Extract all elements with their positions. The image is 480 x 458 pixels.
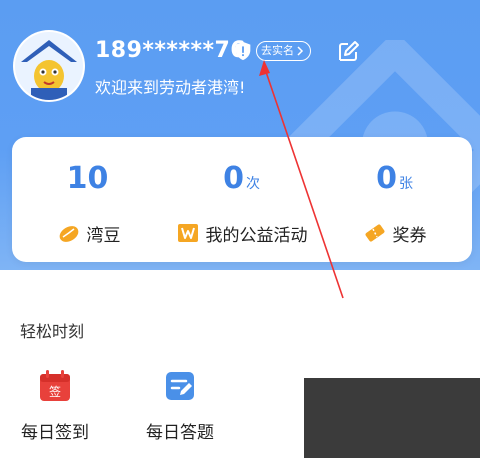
stat-unit: 张 bbox=[398, 176, 413, 192]
daily-checkin-button[interactable]: 签 每日签到 bbox=[0, 368, 110, 443]
stat-value: 0 bbox=[223, 161, 244, 196]
section-title: 轻松时刻 bbox=[20, 322, 85, 341]
image-overlay bbox=[304, 378, 480, 458]
stat-value: 10 bbox=[66, 161, 109, 196]
daily-quiz-button[interactable]: 每日答题 bbox=[125, 368, 235, 443]
shield-icon bbox=[235, 41, 251, 61]
stat-charity[interactable]: 0次 我的公益活动 bbox=[165, 137, 318, 262]
phone-number: 189******76 bbox=[95, 38, 247, 63]
chevron-right-icon bbox=[297, 46, 304, 56]
edit-profile-icon[interactable] bbox=[336, 40, 360, 64]
stat-label: 湾豆 bbox=[86, 225, 121, 246]
quick-item-label: 每日答题 bbox=[146, 423, 214, 443]
stat-beans[interactable]: 10 湾豆 bbox=[12, 137, 165, 262]
charity-icon bbox=[177, 224, 198, 242]
stat-coupons[interactable]: 0张 奖券 bbox=[318, 137, 471, 262]
stat-value: 0 bbox=[376, 161, 397, 196]
quiz-icon bbox=[166, 372, 194, 400]
avatar[interactable] bbox=[13, 30, 85, 102]
stat-label: 奖券 bbox=[392, 225, 427, 246]
welcome-text: 欢迎来到劳动者港湾! bbox=[95, 78, 246, 97]
verify-identity-button[interactable]: 去实名 bbox=[232, 40, 311, 62]
stat-label: 我的公益活动 bbox=[205, 225, 308, 246]
verify-label: 去实名 bbox=[261, 44, 294, 57]
stat-unit: 次 bbox=[245, 176, 260, 192]
calendar-sign-icon: 签 bbox=[40, 370, 70, 401]
stats-card: 10 湾豆 0次 我的公益活动 0张 奖券 bbox=[12, 137, 472, 262]
checkin-badge: 签 bbox=[49, 384, 61, 399]
quick-item-label: 每日签到 bbox=[21, 423, 89, 443]
bean-icon bbox=[59, 226, 78, 242]
coupon-icon bbox=[365, 224, 384, 242]
